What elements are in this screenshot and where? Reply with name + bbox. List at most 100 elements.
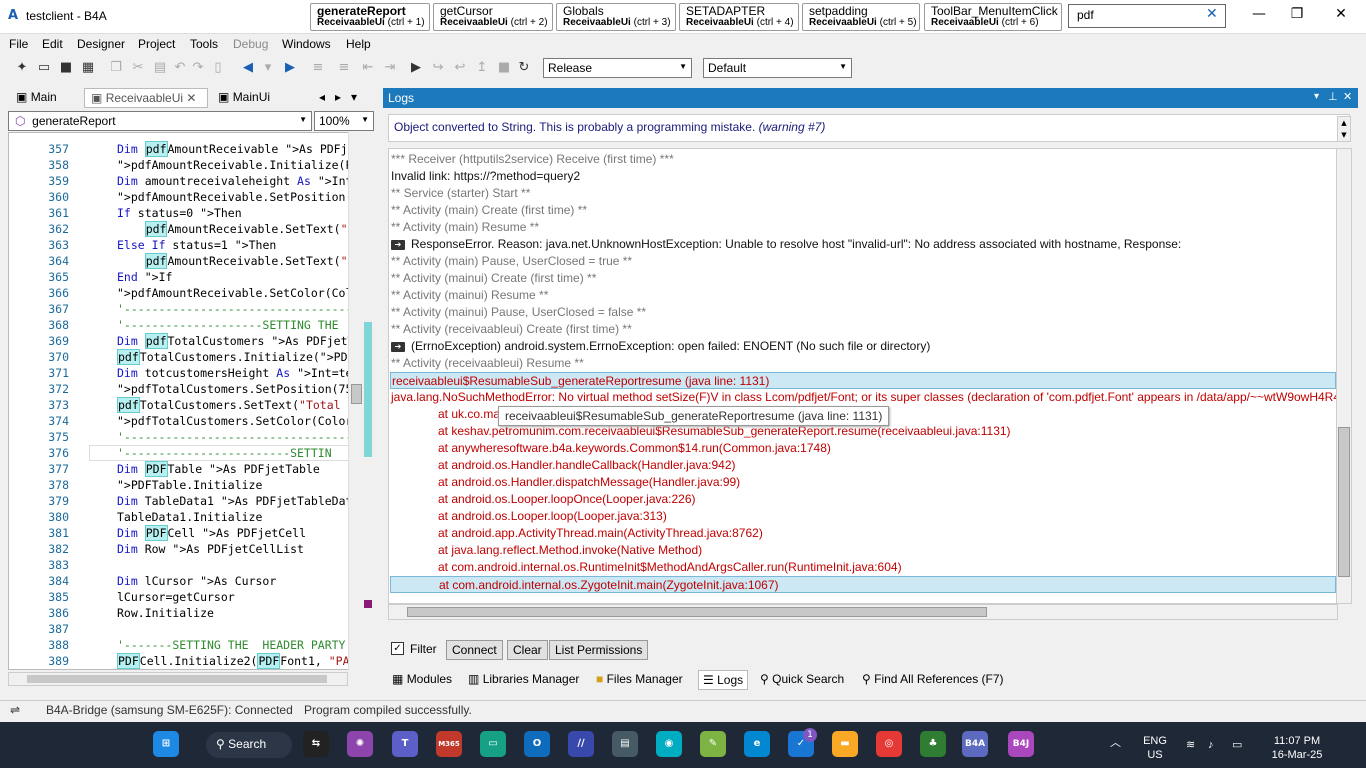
menu-edit[interactable]: Edit <box>42 37 63 51</box>
code-line[interactable]: 380 TableData1.Initialize <box>9 509 363 525</box>
build-config-select[interactable]: Release ▼ <box>543 58 692 78</box>
tab-logs[interactable]: ☰ Logs <box>698 670 749 690</box>
log-entry[interactable]: ➔ (ErrnoException) android.system.ErrnoEx… <box>390 338 1336 355</box>
log-entry[interactable]: at android.os.Handler.dispatchMessage(Ha… <box>390 474 1336 491</box>
indent-icon[interactable]: ⇥ <box>382 60 398 76</box>
undo-icon[interactable]: ↶ <box>172 60 188 76</box>
tab-modules[interactable]: ▦ Modules <box>388 670 456 690</box>
tree-app-icon[interactable]: ♣ <box>920 731 946 757</box>
code-line[interactable]: 360 ">pdfAmountReceivable.SetPosition(7 <box>9 189 363 205</box>
close-icon[interactable]: ✕ <box>186 91 196 105</box>
comment-icon[interactable]: ≡ <box>310 60 326 76</box>
code-line[interactable]: 357 Dim pdfAmountReceivable ">As PDFjetT <box>9 141 363 157</box>
code-line[interactable]: 378 ">PDFTable.Initialize <box>9 477 363 493</box>
device-select[interactable]: Default ▼ <box>703 58 852 78</box>
log-entry[interactable]: ➔ ResponseError. Reason: java.net.Unknown… <box>390 236 1336 253</box>
log-entry[interactable]: at android.os.Looper.loop(Looper.java:31… <box>390 508 1336 525</box>
log-entry[interactable]: *** Receiver (httputils2service) Receive… <box>390 151 1336 168</box>
log-entry[interactable]: ** Activity (receivaableui) Create (firs… <box>390 321 1336 338</box>
outdent-icon[interactable]: ⇤ <box>360 60 376 76</box>
code-line[interactable]: 371 Dim totcustomersHeight As ">Int=tex <box>9 365 363 381</box>
logs-panel-header[interactable] <box>383 88 1358 108</box>
paste-icon[interactable]: ▤ <box>152 60 168 76</box>
step-over-icon[interactable]: ↪ <box>430 60 446 76</box>
code-line[interactable]: 379 Dim TableData1 ">As PDFjetTableData <box>9 493 363 509</box>
log-entry[interactable]: at com.android.internal.os.ZygoteInit.ma… <box>390 576 1336 593</box>
log-entry[interactable]: receivaableui$ResumableSub_generateRepor… <box>390 372 1336 389</box>
log-entry[interactable]: at java.lang.reflect.Method.invoke(Nativ… <box>390 542 1336 559</box>
code-line[interactable]: 370 pdfTotalCustomers.Initialize(">PDFF <box>9 349 363 365</box>
filter-checkbox[interactable]: ✓ <box>391 642 404 655</box>
code-line[interactable]: 389 PDFCell.Initialize2(PDFFont1, "PA <box>9 653 363 669</box>
log-entry[interactable]: ** Activity (mainui) Resume ** <box>390 287 1336 304</box>
code-line[interactable]: 381 Dim PDFCell ">As PDFjetCell <box>9 525 363 541</box>
open-folder-icon[interactable]: ▭ <box>36 60 52 76</box>
close-window-icon[interactable]: ✕ <box>1331 6 1351 22</box>
menu-file[interactable]: File <box>9 37 28 51</box>
language-indicator[interactable]: ENG US <box>1142 734 1168 762</box>
menu-designer[interactable]: Designer <box>77 37 125 51</box>
zoom-select[interactable]: 100% ▼ <box>314 111 374 131</box>
log-entry[interactable]: ** Activity (mainui) Create (first time)… <box>390 270 1336 287</box>
m365-icon[interactable]: M365 <box>436 731 462 757</box>
scroll-thumb[interactable] <box>27 675 327 683</box>
tab-files-manager[interactable]: ■ Files Manager <box>592 670 687 690</box>
teams-icon[interactable]: T <box>392 731 418 757</box>
dropdown-icon[interactable]: ▾ <box>260 60 276 76</box>
desktop-icon[interactable]: ▭ <box>480 731 506 757</box>
save-icon[interactable]: ■ <box>58 60 74 76</box>
log-entry[interactable]: ** Activity (main) Create (first time) *… <box>390 202 1336 219</box>
taskbar-search[interactable]: ⚲ Search <box>206 732 292 758</box>
step-out-icon[interactable]: ↥ <box>474 60 490 76</box>
windows-start-icon[interactable]: ⊞ <box>153 731 179 757</box>
forward-icon[interactable]: ▶ <box>282 60 298 76</box>
logs-horizontal-scrollbar[interactable] <box>388 604 1338 620</box>
teamviewer-icon[interactable]: ⇆ <box>303 731 329 757</box>
stop-icon[interactable]: ■ <box>496 60 512 76</box>
close-icon[interactable]: ✕ <box>1206 6 1218 22</box>
photos-icon[interactable]: ◉ <box>656 731 682 757</box>
tab-mainui[interactable]: ▣ MainUi <box>212 88 276 108</box>
uncomment-icon[interactable]: ≡ <box>336 60 352 76</box>
run-icon[interactable]: ▶ <box>408 60 424 76</box>
sub-select[interactable]: ⬡ generateReport ▼ <box>8 111 312 131</box>
code-line[interactable]: 382 Dim Row ">As PDFjetCellList <box>9 541 363 557</box>
code-line[interactable]: 358 ">pdfAmountReceivable.Initialize(PD <box>9 157 363 173</box>
redo-icon[interactable]: ↷ <box>190 60 206 76</box>
tools-icon[interactable]: ✎ <box>700 731 726 757</box>
code-line[interactable]: 384 Dim lCursor ">As Cursor <box>9 573 363 589</box>
code-line[interactable]: 385 lCursor=getCursor <box>9 589 363 605</box>
code-line[interactable]: 365 End ">If <box>9 269 363 285</box>
code-line[interactable]: 386 Row.Initialize <box>9 605 363 621</box>
log-entry[interactable]: at anywheresoftware.b4a.keywords.Common$… <box>390 440 1336 457</box>
tab-receivaableui[interactable]: ▣ ReceivaableUi ✕ <box>84 88 208 108</box>
restart-icon[interactable]: ↻ <box>516 60 532 76</box>
logs-vertical-scrollbar[interactable] <box>1336 148 1352 604</box>
code-line[interactable]: 374 ">pdfTotalCustomers.SetColor(Colors <box>9 413 363 429</box>
wifi-icon[interactable]: ≋ <box>1186 738 1195 752</box>
quick-tab-3[interactable]: Globals ReceivaableUi (ctrl + 3) <box>556 3 676 31</box>
outlook-icon[interactable]: O <box>524 731 550 757</box>
list-permissions-button[interactable]: List Permissions <box>549 640 649 660</box>
minimize-icon[interactable]: — <box>1249 6 1269 22</box>
battery-icon[interactable]: ▭ <box>1232 738 1242 752</box>
menu-tools[interactable]: Tools <box>190 37 218 51</box>
b4a-icon[interactable]: B4A <box>962 731 988 757</box>
tab-list-icon[interactable]: ▾ <box>350 88 358 108</box>
editor-vertical-scrollbar[interactable] <box>348 132 364 670</box>
volume-icon[interactable]: ♪ <box>1208 738 1214 752</box>
code-line[interactable]: 387 <box>9 621 363 637</box>
menu-project[interactable]: Project <box>138 37 175 51</box>
code-line[interactable]: 375 '----------------------------------- <box>9 429 363 445</box>
code-line[interactable]: 369 Dim pdfTotalCustomers ">As PDFjetTe <box>9 333 363 349</box>
tab-scroll-right-icon[interactable]: ▸ <box>334 88 342 108</box>
logs-list[interactable]: *** Receiver (httputils2service) Receive… <box>388 148 1338 604</box>
clock[interactable]: 11:07 PM 16-Mar-25 <box>1262 734 1332 762</box>
cut-icon[interactable]: ✂ <box>130 60 146 76</box>
code-line[interactable]: 368 '--------------------SETTING THE <box>9 317 363 333</box>
editor-horizontal-scrollbar[interactable] <box>8 672 348 686</box>
menu-debug[interactable]: Debug <box>233 37 268 51</box>
quick-tab-6[interactable]: ToolBar_MenuItemClick ReceivaableUi (ctrl… <box>924 3 1062 31</box>
save-all-icon[interactable]: ▦ <box>80 60 96 76</box>
quick-tab-5[interactable]: setpadding ReceivaableUi (ctrl + 5) <box>802 3 920 31</box>
